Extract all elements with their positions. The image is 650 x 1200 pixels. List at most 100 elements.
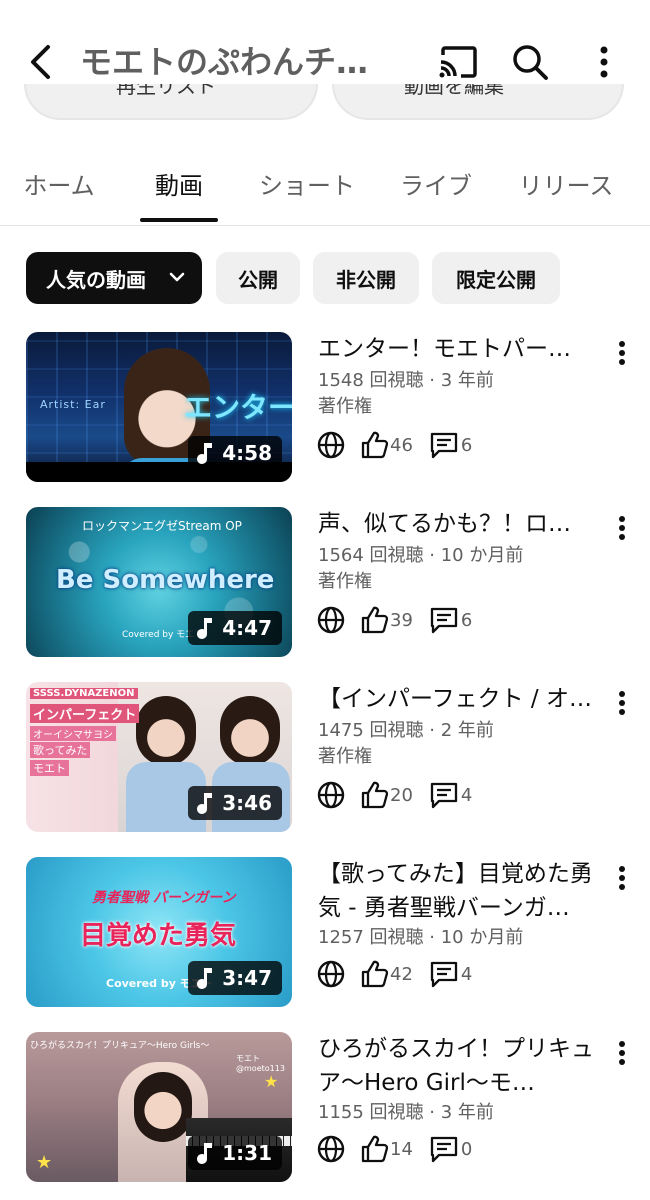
- channel-action-row: 再生リスト 動画を編集: [0, 84, 650, 120]
- video-title[interactable]: ひろがるスカイ！プリキュア〜Hero Girl〜モ…: [318, 1032, 600, 1100]
- search-button[interactable]: [506, 38, 554, 86]
- video-stats: 39 6: [316, 603, 488, 637]
- video-item[interactable]: 勇者聖戦 バーンガーン 目覚めた勇気 Covered by モエト 3:47 【…: [0, 857, 650, 1007]
- playlists-button-label: 再生リスト: [116, 84, 216, 98]
- video-menu-button[interactable]: [608, 686, 636, 720]
- top-app-bar: モエトのぷわんチ… 再生リスト 動画を編集: [0, 0, 650, 120]
- thumb-title-text: 目覚めた勇気: [80, 921, 237, 951]
- more-vert-icon: [619, 691, 625, 715]
- overflow-menu-button[interactable]: [580, 38, 628, 86]
- search-icon: [513, 45, 548, 80]
- music-note-icon: [197, 1143, 213, 1164]
- filter-chip-bar: 人気の動画 公開 非公開 限定公開: [0, 252, 650, 306]
- comment-count: 6: [460, 434, 473, 456]
- singer-photo-left: [136, 696, 196, 766]
- like-count: 39: [390, 609, 413, 631]
- music-note-icon: [197, 793, 213, 814]
- video-menu-button[interactable]: [608, 511, 636, 545]
- globe-icon: [317, 606, 345, 634]
- tab-releases[interactable]: リリース: [516, 158, 616, 214]
- chevron-down-icon: [169, 272, 185, 282]
- more-vert-icon: [619, 866, 625, 890]
- thumb-title-text: Be Somewhere: [56, 565, 275, 595]
- duration-text: 4:47: [222, 616, 272, 640]
- singer-photo-right: [220, 696, 280, 766]
- duration-text: 3:46: [222, 791, 272, 815]
- filter-unlisted-chip[interactable]: 限定公開: [432, 252, 560, 304]
- filter-public-chip[interactable]: 公開: [216, 252, 300, 304]
- globe-icon: [317, 781, 345, 809]
- like-icon: [361, 960, 388, 988]
- globe-icon: [317, 1135, 345, 1163]
- video-stats: 20 4: [316, 778, 488, 812]
- thumb-line: 歌ってみた: [30, 742, 91, 758]
- cast-button[interactable]: [434, 38, 482, 86]
- duration-badge: 3:47: [188, 961, 282, 995]
- like-icon: [361, 1135, 388, 1163]
- thumb-line: インパーフェクト: [30, 704, 140, 723]
- edit-videos-button[interactable]: 動画を編集: [332, 84, 624, 120]
- cast-icon: [439, 46, 477, 78]
- video-thumbnail[interactable]: Artist: Ear エンター！ 4:58: [26, 332, 292, 482]
- video-item[interactable]: SSSS.DYNAZENON インパーフェクト オーイシマサヨシ 歌ってみた モ…: [0, 682, 650, 832]
- like-count: 20: [390, 784, 413, 806]
- video-license: 著作権: [318, 396, 372, 417]
- video-meta: 1564 回視聴 · 10 か月前: [318, 545, 524, 566]
- comment-count: 6: [460, 609, 473, 631]
- thumb-top-text: ロックマンエグゼStream OP: [82, 519, 242, 533]
- active-tab-indicator: [140, 218, 218, 222]
- video-license: 著作権: [318, 571, 372, 592]
- music-note-icon: [197, 618, 213, 639]
- tab-live[interactable]: ライブ: [398, 158, 474, 214]
- video-item[interactable]: Artist: Ear エンター！ 4:58 エンター！モエトパー… 1548 …: [0, 332, 650, 482]
- video-title[interactable]: 【インパーフェクト / オ…: [318, 682, 600, 716]
- video-thumbnail[interactable]: 勇者聖戦 バーンガーン 目覚めた勇気 Covered by モエト 3:47: [26, 857, 292, 1007]
- thumb-title-text: エンター！: [184, 391, 292, 424]
- globe-icon: [317, 431, 345, 459]
- back-button[interactable]: [18, 36, 62, 88]
- tab-shorts[interactable]: ショート: [258, 158, 356, 214]
- more-vert-icon: [619, 516, 625, 540]
- duration-badge: 1:31: [188, 1136, 282, 1170]
- music-note-icon: [197, 968, 213, 989]
- comment-count: 0: [460, 1138, 473, 1160]
- video-stats: 14 0: [316, 1132, 488, 1166]
- sort-popular-chip[interactable]: 人気の動画: [26, 252, 202, 304]
- comment-icon: [430, 961, 458, 988]
- video-thumbnail[interactable]: ロックマンエグゼStream OP Be Somewhere Covered b…: [26, 507, 292, 657]
- like-count: 46: [390, 434, 413, 456]
- video-menu-button[interactable]: [608, 861, 636, 895]
- tab-videos[interactable]: 動画: [140, 158, 218, 214]
- video-thumbnail[interactable]: ひろがるスカイ！プリキュア〜Hero Girls〜 モエト @moeto113 …: [26, 1032, 292, 1182]
- video-title[interactable]: エンター！モエトパー…: [318, 332, 600, 366]
- playlists-button[interactable]: 再生リスト: [24, 84, 318, 120]
- duration-badge: 4:58: [188, 436, 282, 470]
- comment-icon: [430, 782, 458, 809]
- more-vert-icon: [619, 1041, 625, 1065]
- more-vert-icon: [600, 46, 608, 78]
- tab-home[interactable]: ホーム: [20, 158, 98, 214]
- comment-icon: [430, 432, 458, 459]
- video-title[interactable]: 声、似てるかも？！ロ…: [318, 507, 600, 541]
- thumb-line: SSSS.DYNAZENON: [30, 688, 138, 699]
- like-icon: [361, 431, 388, 459]
- video-item[interactable]: ロックマンエグゼStream OP Be Somewhere Covered b…: [0, 507, 650, 657]
- video-stats: 42 4: [316, 957, 488, 991]
- thumb-artist-text: Artist: Ear: [40, 398, 106, 411]
- edit-videos-button-label: 動画を編集: [404, 84, 504, 98]
- thumb-line: オーイシマサヨシ: [30, 726, 116, 741]
- video-item[interactable]: ひろがるスカイ！プリキュア〜Hero Girls〜 モエト @moeto113 …: [0, 1032, 650, 1182]
- duration-badge: 4:47: [188, 611, 282, 645]
- more-vert-icon: [619, 341, 625, 365]
- like-count: 14: [390, 1138, 413, 1160]
- star-icon: ★: [36, 1152, 53, 1173]
- globe-icon: [317, 960, 345, 988]
- thumb-credit-text: モエト @moeto113: [236, 1054, 285, 1073]
- video-menu-button[interactable]: [608, 1036, 636, 1070]
- like-icon: [361, 781, 388, 809]
- filter-private-chip[interactable]: 非公開: [313, 252, 419, 304]
- video-menu-button[interactable]: [608, 336, 636, 370]
- video-title[interactable]: 【歌ってみた】目覚めた勇気 - 勇者聖戦バーンガ…: [318, 857, 600, 925]
- comment-icon: [430, 1136, 458, 1163]
- video-thumbnail[interactable]: SSSS.DYNAZENON インパーフェクト オーイシマサヨシ 歌ってみた モ…: [26, 682, 292, 832]
